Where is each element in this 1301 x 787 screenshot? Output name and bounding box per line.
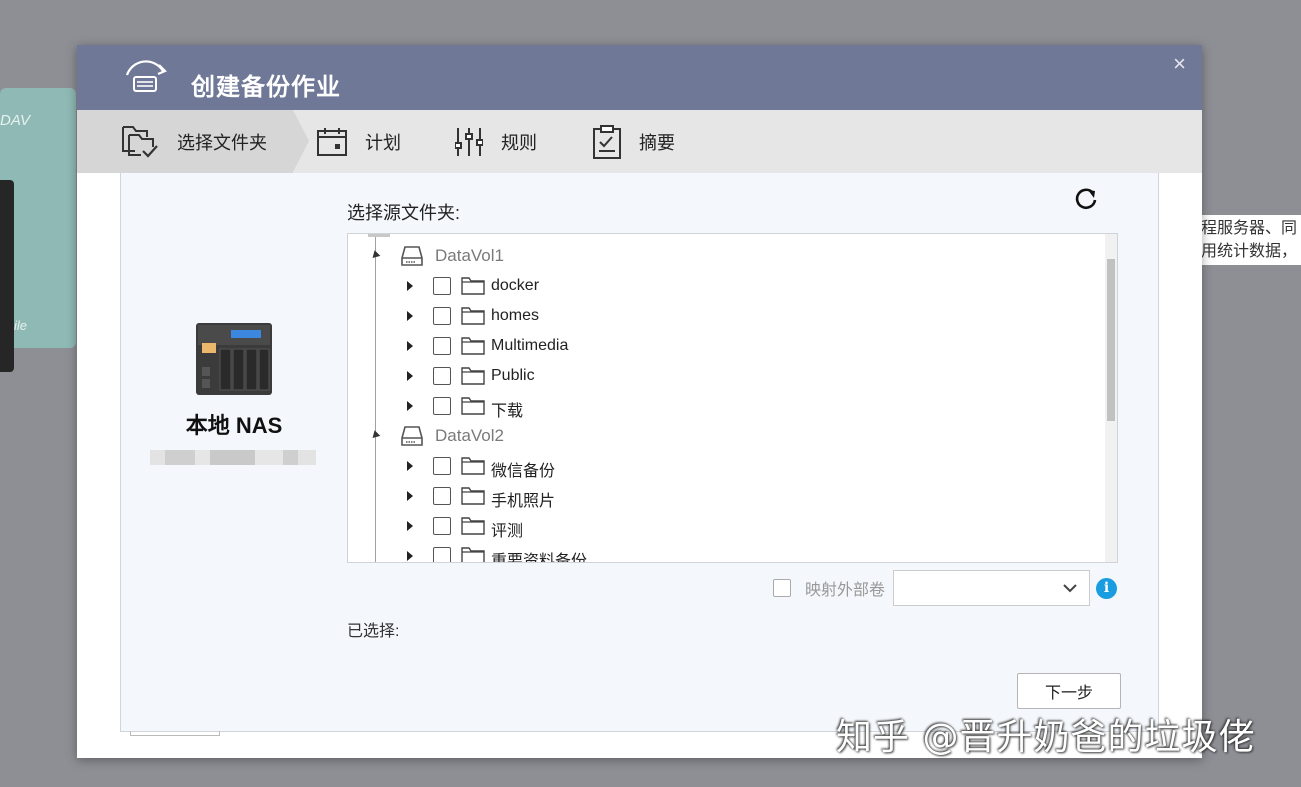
folder-icon — [461, 487, 485, 505]
folder-name: 评测 — [491, 523, 524, 540]
clipboard-icon — [593, 124, 621, 159]
map-external-checkbox[interactable] — [773, 579, 791, 597]
step-summary[interactable]: 摘要 — [593, 110, 675, 173]
sliders-icon — [455, 127, 483, 156]
folder-checkbox[interactable] — [433, 487, 451, 505]
tree-parent-stub — [368, 234, 390, 237]
volume-name: DataVol2 — [435, 426, 504, 445]
step-schedule[interactable]: 计划 — [317, 110, 401, 173]
refresh-icon[interactable] — [1073, 186, 1099, 212]
folder-icon — [461, 337, 485, 355]
folder-checkbox[interactable] — [433, 367, 451, 385]
selected-label: 已选择: — [347, 623, 400, 640]
folder-name: Multimedia — [491, 337, 569, 354]
folder-icon — [461, 307, 485, 325]
expand-arrow-icon[interactable] — [407, 311, 413, 321]
folder-row[interactable]: 下载 — [348, 391, 1098, 421]
step-label: 规则 — [501, 132, 537, 153]
folder-name: 下载 — [491, 403, 524, 420]
expand-arrow-icon[interactable] — [407, 401, 413, 411]
expand-arrow-icon[interactable] — [407, 551, 413, 561]
expand-arrow-icon[interactable] — [369, 430, 381, 441]
chevron-down-icon — [1063, 584, 1077, 593]
expand-arrow-icon[interactable] — [407, 341, 413, 351]
background-device — [0, 180, 14, 372]
dialog-titlebar: 创建备份作业 × — [77, 45, 1202, 110]
drive-icon — [401, 426, 423, 446]
volume-row[interactable]: DataVol2 — [348, 421, 1098, 451]
map-external-volume-row: 映射外部卷 i — [773, 570, 1118, 606]
folder-icon — [461, 397, 485, 415]
backup-drive-icon — [125, 60, 167, 92]
nas-device-icon — [196, 323, 272, 395]
background-text: 程服务器、同 用统计数据， — [1199, 215, 1301, 265]
step-label: 计划 — [365, 132, 401, 153]
device-address-redacted — [150, 450, 316, 465]
folder-row[interactable]: Public — [348, 361, 1098, 391]
folder-icon — [461, 517, 485, 535]
step-label: 选择文件夹 — [177, 132, 267, 153]
folder-row[interactable]: 手机照片 — [348, 481, 1098, 511]
folder-checkbox[interactable] — [433, 547, 451, 562]
folder-name: 微信备份 — [491, 463, 556, 480]
folder-icon — [461, 547, 485, 562]
folder-check-icon — [122, 125, 158, 158]
folder-name: 手机照片 — [491, 493, 556, 510]
folder-checkbox[interactable] — [433, 337, 451, 355]
expand-arrow-icon[interactable] — [407, 371, 413, 381]
volume-row[interactable]: DataVol1 — [348, 241, 1098, 271]
active-step-arrow — [293, 110, 309, 172]
expand-arrow-icon[interactable] — [407, 491, 413, 501]
folder-row[interactable]: homes — [348, 301, 1098, 331]
expand-arrow-icon[interactable] — [369, 250, 381, 261]
device-name: 本地 NAS — [185, 413, 283, 438]
folder-row[interactable]: docker — [348, 271, 1098, 301]
external-volume-select[interactable] — [893, 570, 1091, 606]
background-tile-label: ile — [14, 318, 28, 333]
wizard-content: 本地 NAS 选择源文件夹: DataVol1 docker homes Multim… — [120, 173, 1159, 732]
folder-name: docker — [491, 277, 540, 294]
folder-checkbox[interactable] — [433, 397, 451, 415]
calendar-icon — [317, 127, 347, 156]
backup-job-dialog: 创建备份作业 × 选择文件夹 计划 规则 摘要 本地 NAS 选择源文件夹: D… — [77, 45, 1202, 758]
folder-icon — [461, 277, 485, 295]
step-rules[interactable]: 规则 — [455, 110, 537, 173]
wizard-steps: 选择文件夹 计划 规则 摘要 — [77, 110, 1202, 173]
folder-checkbox[interactable] — [433, 307, 451, 325]
next-button[interactable]: 下一步 — [1017, 673, 1121, 709]
background-tile-label: DAV — [0, 112, 31, 129]
step-select-folder[interactable]: 选择文件夹 — [77, 110, 293, 173]
folder-name: homes — [491, 307, 540, 324]
drive-icon — [401, 246, 423, 266]
watermark: 知乎 @晋升奶爸的垃圾佬 — [836, 717, 1256, 758]
folder-icon — [461, 367, 485, 385]
dialog-title: 创建备份作业 — [191, 74, 341, 101]
folder-name: Public — [491, 367, 535, 384]
folder-checkbox[interactable] — [433, 457, 451, 475]
source-folder-label: 选择源文件夹: — [347, 203, 461, 223]
info-icon[interactable]: i — [1096, 577, 1118, 599]
step-label: 摘要 — [639, 132, 675, 153]
folder-checkbox[interactable] — [433, 277, 451, 295]
folder-icon — [461, 457, 485, 475]
folder-row[interactable]: 重要资料备份 — [348, 541, 1098, 563]
expand-arrow-icon[interactable] — [407, 281, 413, 291]
expand-arrow-icon[interactable] — [407, 521, 413, 531]
volume-name: DataVol1 — [435, 246, 504, 265]
folder-tree: DataVol1 docker homes Multimedia Public 下载 Dat… — [347, 233, 1118, 563]
map-external-label: 映射外部卷 — [805, 582, 886, 599]
background-button-edge — [130, 731, 220, 736]
folder-row[interactable]: 评测 — [348, 511, 1098, 541]
expand-arrow-icon[interactable] — [407, 461, 413, 471]
folder-row[interactable]: 微信备份 — [348, 451, 1098, 481]
tree-scrollbar-thumb[interactable] — [1107, 259, 1115, 421]
folder-row[interactable]: Multimedia — [348, 331, 1098, 361]
close-button[interactable]: × — [1173, 51, 1186, 77]
folder-checkbox[interactable] — [433, 517, 451, 535]
folder-name: 重要资料备份 — [491, 553, 588, 563]
